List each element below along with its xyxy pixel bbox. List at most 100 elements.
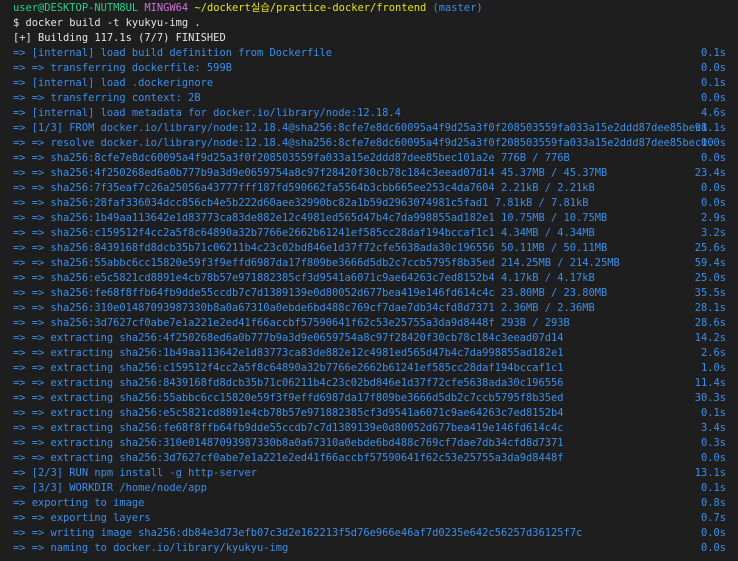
build-step-line: => => resolve docker.io/library/node:12.… <box>0 136 738 151</box>
prompt-line: user@DESKTOP-NUTM8UL MINGW64 ~/dockert실습… <box>0 1 738 16</box>
prompt-path: ~/dockert실습/practice-docker/frontend <box>194 2 427 14</box>
build-step-time: 35.5s <box>694 287 726 299</box>
build-step-line: => => transferring context: 2B 0.0s <box>0 91 738 106</box>
build-step-line: => => naming to docker.io/library/kyukyu… <box>0 541 738 556</box>
build-step-line: => [1/3] FROM docker.io/library/node:12.… <box>0 121 738 136</box>
build-step-time: 0.1s <box>700 77 726 89</box>
prompt-shell: MINGW64 <box>144 2 189 14</box>
build-step-text: => => transferring context: 2B <box>13 92 201 104</box>
build-step-time: 0.3s <box>700 437 726 449</box>
build-step-text: => => sha256:c159512f4cc2a5f8c64890a32b7… <box>13 227 595 239</box>
build-step-text: => => sha256:8cfe7e8dc60095a4f9d25a3f0f2… <box>13 152 570 164</box>
build-step-time: 4.6s <box>700 107 726 119</box>
build-step-line: => => sha256:310e01487093987330b8a0a6731… <box>0 301 738 316</box>
build-step-line: => => transferring dockerfile: 599B 0.0s <box>0 61 738 76</box>
build-step-text: => => sha256:310e01487093987330b8a0a6731… <box>13 302 595 314</box>
build-step-line: => => sha256:28faf336034dcc856cb4e5b222d… <box>0 196 738 211</box>
prompt-git-branch: (master) <box>432 2 483 14</box>
build-step-text: => => sha256:55abbc6cc15820e59f3f9effd69… <box>13 257 620 269</box>
build-step-line: => => extracting sha256:4f250268ed6a0b77… <box>0 331 738 346</box>
build-step-text: => => extracting sha256:e5c5821cd8891e4c… <box>13 407 564 419</box>
build-step-text: => => naming to docker.io/library/kyukyu… <box>13 542 289 554</box>
build-step-text: => => sha256:3d7627cf0abe7e1a221e2ed41f6… <box>13 317 570 329</box>
build-step-time: 1.0s <box>700 362 726 374</box>
build-step-line: => => exporting layers 0.7s <box>0 511 738 526</box>
build-step-line: => => extracting sha256:3d7627cf0abe7e1a… <box>0 451 738 466</box>
build-step-time: 0.8s <box>700 497 726 509</box>
build-step-line: => => sha256:e5c5821cd8891e4cb78b57e9718… <box>0 271 738 286</box>
build-step-line: => [2/3] RUN npm install -g http-server 1… <box>0 466 738 481</box>
build-step-text: => => sha256:7f35eaf7c26a25056a43777fff1… <box>13 182 595 194</box>
build-step-time: 59.4s <box>694 257 726 269</box>
build-step-line: => [internal] load build definition from… <box>0 46 738 61</box>
build-step-time: 0.1s <box>700 47 726 59</box>
build-step-time: 0.0s <box>700 92 726 104</box>
build-step-text: => [3/3] WORKDIR /home/node/app <box>13 482 207 494</box>
build-step-text: => => extracting sha256:4f250268ed6a0b77… <box>13 332 564 344</box>
build-step-text: => => extracting sha256:3d7627cf0abe7e1a… <box>13 452 564 464</box>
build-step-line: => => writing image sha256:db84e3d73efb0… <box>0 526 738 541</box>
build-step-line: => [3/3] WORKDIR /home/node/app 0.1s <box>0 481 738 496</box>
build-step-text: => => extracting sha256:fe68f8ffb64fb9dd… <box>13 422 564 434</box>
build-step-time: 13.1s <box>694 467 726 479</box>
build-step-text: => => sha256:1b49aa113642e1d83773ca83de8… <box>13 212 608 224</box>
build-step-time: 28.6s <box>694 317 726 329</box>
build-step-time: 0.0s <box>700 542 726 554</box>
build-step-text: => [1/3] FROM docker.io/library/node:12.… <box>13 122 708 134</box>
build-step-line: => => sha256:1b49aa113642e1d83773ca83de8… <box>0 211 738 226</box>
build-step-time: 2.9s <box>700 212 726 224</box>
build-step-text: => [internal] load metadata for docker.i… <box>13 107 401 119</box>
build-step-line: => => sha256:55abbc6cc15820e59f3f9effd69… <box>0 256 738 271</box>
build-step-line: => => extracting sha256:8439168fd8dcb35b… <box>0 376 738 391</box>
build-status: [+] Building 117.1s (7/7) FINISHED <box>13 32 226 44</box>
build-step-line: => => sha256:c159512f4cc2a5f8c64890a32b7… <box>0 226 738 241</box>
build-step-text: => => extracting sha256:8439168fd8dcb35b… <box>13 377 564 389</box>
build-step-text: => [internal] load build definition from… <box>13 47 333 59</box>
build-step-time: 0.1s <box>700 482 726 494</box>
terminal-window[interactable]: user@DESKTOP-NUTM8UL MINGW64 ~/dockert실습… <box>0 0 738 561</box>
build-step-line: => => sha256:8439168fd8dcb35b71c06211b4c… <box>0 241 738 256</box>
build-step-time: 0.0s <box>700 452 726 464</box>
build-step-line: => => extracting sha256:1b49aa113642e1d8… <box>0 346 738 361</box>
build-step-time: 0.7s <box>700 512 726 524</box>
build-step-text: => => sha256:fe68f8ffb64fb9dde55ccdb7c7d… <box>13 287 608 299</box>
build-step-line: => => sha256:4f250268ed6a0b777b9a3d9e065… <box>0 166 738 181</box>
build-step-text: => => extracting sha256:c159512f4cc2a5f8… <box>13 362 564 374</box>
build-step-text: => [2/3] RUN npm install -g http-server <box>13 467 257 479</box>
build-step-line: => => extracting sha256:310e014870939873… <box>0 436 738 451</box>
build-step-line: => exporting to image 0.8s <box>0 496 738 511</box>
build-step-text: => => sha256:4f250268ed6a0b777b9a3d9e065… <box>13 167 608 179</box>
build-step-time: 3.2s <box>700 227 726 239</box>
build-step-line: => => sha256:8cfe7e8dc60095a4f9d25a3f0f2… <box>0 151 738 166</box>
build-step-time: 28.1s <box>694 302 726 314</box>
build-step-line: => [internal] load metadata for docker.i… <box>0 106 738 121</box>
build-step-time: 2.6s <box>700 347 726 359</box>
build-step-line: => => sha256:7f35eaf7c26a25056a43777fff1… <box>0 181 738 196</box>
build-step-time: 0.0s <box>700 62 726 74</box>
build-step-line: => => extracting sha256:55abbc6cc15820e5… <box>0 391 738 406</box>
build-step-text: => [internal] load .dockerignore <box>13 77 214 89</box>
build-step-time: 30.3s <box>694 392 726 404</box>
build-step-time: 25.6s <box>694 242 726 254</box>
build-step-time: 25.0s <box>694 272 726 284</box>
build-steps-list: => [internal] load build definition from… <box>0 46 738 556</box>
build-step-text: => exporting to image <box>13 497 145 509</box>
build-step-text: => => sha256:e5c5821cd8891e4cb78b57e9718… <box>13 272 595 284</box>
build-step-time: 3.4s <box>700 422 726 434</box>
build-step-text: => => sha256:28faf336034dcc856cb4e5b222d… <box>13 197 589 209</box>
build-step-time: 0.1s <box>700 407 726 419</box>
build-step-text: => => extracting sha256:1b49aa113642e1d8… <box>13 347 564 359</box>
build-step-time: 0.0s <box>700 527 726 539</box>
build-step-text: => => exporting layers <box>13 512 151 524</box>
build-step-time: 98.1s <box>694 122 726 134</box>
build-step-text: => => resolve docker.io/library/node:12.… <box>13 137 714 149</box>
build-step-time: 14.2s <box>694 332 726 344</box>
build-step-time: 0.0s <box>700 197 726 209</box>
command-line: $ docker build -t kyukyu-img . <box>13 17 201 29</box>
build-step-line: => => extracting sha256:fe68f8ffb64fb9dd… <box>0 421 738 436</box>
prompt-user-host: user@DESKTOP-NUTM8UL <box>13 2 139 14</box>
build-step-time: 0.0s <box>700 182 726 194</box>
build-step-line: => => extracting sha256:c159512f4cc2a5f8… <box>0 361 738 376</box>
build-step-text: => => extracting sha256:310e014870939873… <box>13 437 564 449</box>
build-step-text: => => extracting sha256:55abbc6cc15820e5… <box>13 392 564 404</box>
